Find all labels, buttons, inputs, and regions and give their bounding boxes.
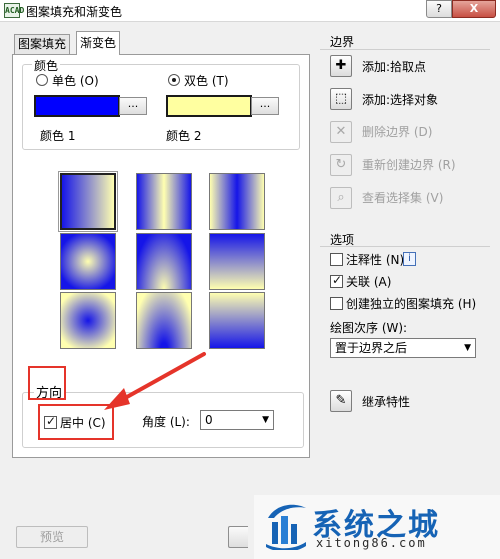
ok-button[interactable]	[228, 526, 248, 548]
select-objects-icon[interactable]: ⬚	[330, 88, 352, 110]
boundaries-title: 边界	[330, 35, 355, 49]
gradient-pattern-inverted-hemispherical[interactable]	[136, 292, 192, 349]
draw-order-label: 绘图次序 (W):	[330, 321, 408, 335]
close-button[interactable]: X	[452, 0, 496, 18]
tab-hatch[interactable]: 图案填充	[14, 34, 71, 54]
inherit-brush-icon[interactable]: ✎	[330, 390, 352, 412]
gradient-pattern-inverted-curved[interactable]	[209, 292, 265, 349]
two-color-label[interactable]: 双色 (T)	[184, 72, 229, 89]
pick-points-icon[interactable]: ✚	[330, 55, 352, 77]
info-icon[interactable]: i	[403, 252, 416, 266]
help-button[interactable]: ?	[426, 0, 452, 18]
independent-hatch-label[interactable]: 创建独立的图案填充 (H)	[346, 295, 476, 312]
magnifier-icon[interactable]: ⌕	[330, 187, 352, 209]
chevron-down-icon: ▼	[262, 415, 269, 425]
color-1-label: 颜色 1	[40, 129, 76, 143]
highlight-box-orientation	[28, 366, 66, 400]
associative-checkbox[interactable]	[330, 273, 343, 288]
chevron-down-icon: ▼	[464, 343, 471, 353]
inherit-properties-label[interactable]: 继承特性	[362, 393, 410, 410]
gradient-pattern-linear[interactable]	[58, 171, 118, 232]
angle-label: 角度 (L):	[142, 415, 190, 429]
remove-boundary-icon[interactable]: ✕	[330, 121, 352, 143]
recreate-boundary-icon[interactable]: ↻	[330, 154, 352, 176]
gradient-pattern-spherical[interactable]	[60, 233, 116, 290]
gradient-pattern-hemispherical[interactable]	[136, 233, 192, 290]
remove-boundary-label[interactable]: 删除边界 (D)	[362, 123, 432, 140]
view-selections-label[interactable]: 查看选择集 (V)	[362, 189, 443, 206]
gradient-pattern-cylinder[interactable]	[136, 173, 192, 230]
angle-dropdown[interactable]: 0 ▼	[200, 410, 274, 430]
pick-points-label[interactable]: 添加:拾取点	[362, 58, 426, 75]
color-1-swatch[interactable]	[34, 95, 120, 117]
autocad-app-icon: ACAD	[4, 3, 24, 18]
gradient-pattern-inverted-cylinder[interactable]	[209, 173, 265, 230]
gradient-pattern-curved[interactable]	[209, 233, 265, 290]
color-2-swatch[interactable]	[166, 95, 252, 117]
annotative-checkbox[interactable]	[330, 253, 343, 266]
angle-value: 0	[205, 413, 213, 427]
one-color-radio[interactable]	[36, 74, 48, 86]
draw-order-dropdown[interactable]: 置于边界之后 ▼	[330, 338, 476, 358]
window-title: 图案填充和渐变色	[26, 5, 123, 19]
tab-gradient[interactable]: 渐变色	[76, 31, 121, 55]
color-2-browse-button[interactable]: ...	[251, 97, 279, 115]
highlight-box-centered	[38, 404, 114, 440]
preview-button[interactable]: 预览	[16, 526, 88, 548]
select-objects-label[interactable]: 添加:选择对象	[362, 91, 438, 108]
annotative-label[interactable]: 注释性 (N)	[346, 251, 404, 268]
color-2-label: 颜色 2	[166, 129, 202, 143]
watermark-logo-icon	[266, 504, 306, 550]
watermark-url: xitong86.com	[316, 536, 427, 550]
gradient-pattern-inverted-spherical[interactable]	[60, 292, 116, 349]
color-1-browse-button[interactable]: ...	[119, 97, 147, 115]
recreate-boundary-label[interactable]: 重新创建边界 (R)	[362, 156, 456, 173]
one-color-label[interactable]: 单色 (O)	[52, 72, 99, 89]
associative-label[interactable]: 关联 (A)	[346, 273, 391, 290]
two-color-radio[interactable]	[168, 74, 180, 86]
draw-order-value: 置于边界之后	[335, 341, 408, 355]
independent-hatch-checkbox[interactable]	[330, 297, 343, 310]
